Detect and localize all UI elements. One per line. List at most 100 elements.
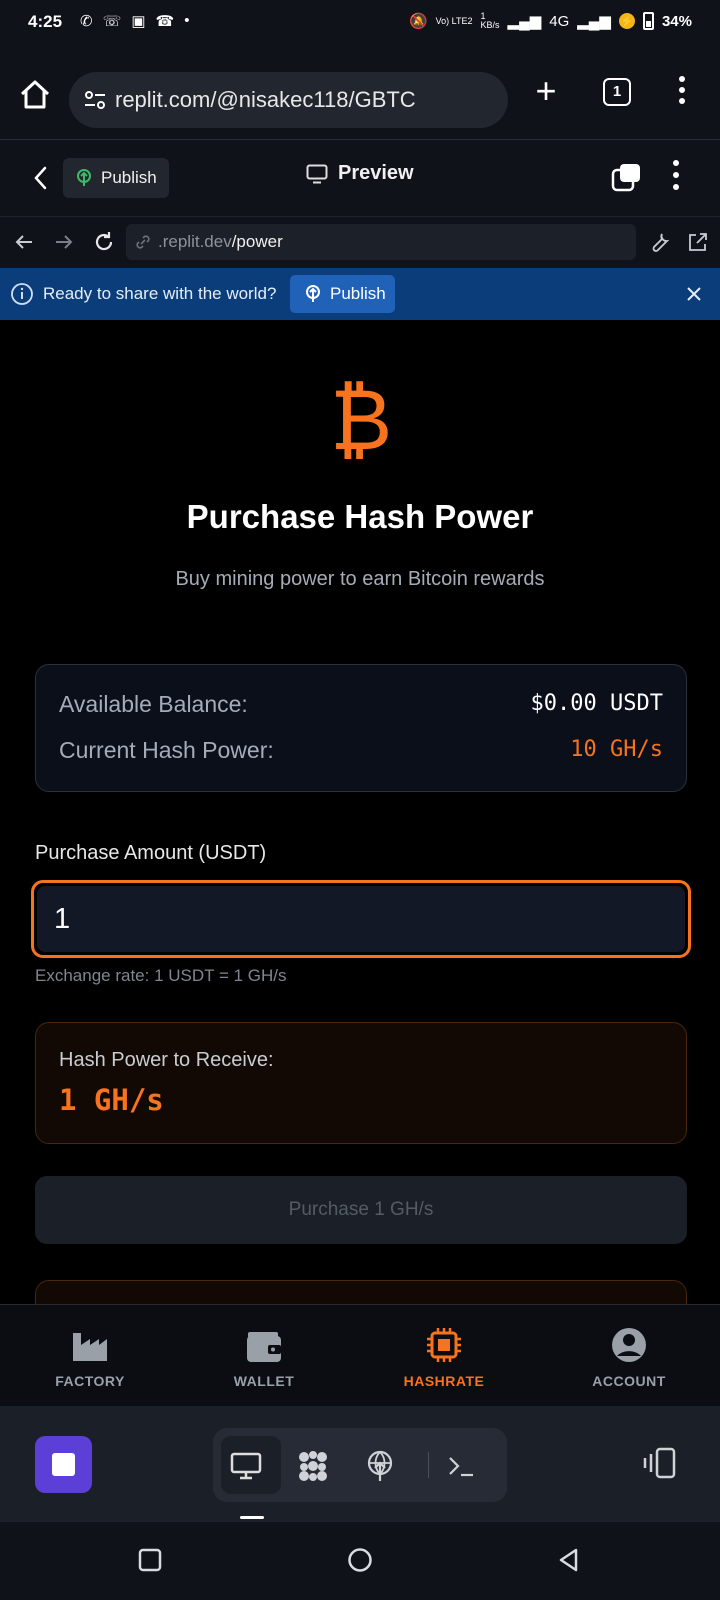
sidebar-toggle-icon[interactable] [641, 1446, 677, 1480]
webview-url-bar[interactable]: .replit.dev/power [126, 224, 636, 260]
url-domain: .replit.dev [158, 232, 232, 251]
link-icon [136, 235, 150, 249]
balance-label: Available Balance: [59, 691, 248, 717]
webview-toolbar: .replit.dev/power [0, 216, 720, 268]
back-triangle-icon[interactable] [555, 1546, 583, 1574]
browser-toolbar: replit.com/@nisakec118/GBTC + 1 [0, 48, 720, 140]
address-bar[interactable]: replit.com/@nisakec118/GBTC [69, 72, 508, 128]
publish-button[interactable]: Publish [63, 158, 169, 198]
banner-message: Ready to share with the world? [43, 284, 277, 303]
nav-label-hashrate: HASHRATE [403, 1373, 485, 1389]
battery-percent: 34% [661, 12, 692, 30]
notification-icons: ✆ ☏ ▣ ☎ • [80, 12, 189, 30]
mute-icon: 🔕 [408, 13, 428, 30]
app-bottom-nav: FACTORY WALLET HASHRATE ACCOUNT [0, 1304, 720, 1406]
active-tab-underline [240, 1516, 264, 1519]
signal-icon: ▂▄▆ [507, 13, 542, 30]
preview-label: Preview [338, 162, 414, 184]
system-icons: 🔕 Vo) LTE2 1 KB/s ▂▄▆ 4G ▂▄▆ ⚡ 34% [409, 12, 692, 30]
arrow-right-icon[interactable] [52, 230, 76, 254]
page-title: Purchase Hash Power [186, 498, 534, 535]
nav-item-account[interactable]: ACCOUNT [539, 1305, 719, 1407]
nav-label-account: ACCOUNT [592, 1373, 666, 1389]
arrow-left-icon[interactable] [12, 230, 36, 254]
banner-publish-label: Publish [330, 284, 386, 303]
battery-saver-icon: ⚡ [618, 13, 635, 29]
nav-label-factory: FACTORY [55, 1373, 125, 1389]
nav-item-factory[interactable]: FACTORY [0, 1305, 180, 1407]
nav-item-hashrate[interactable]: HASHRATE [354, 1305, 534, 1407]
site-settings-icon[interactable] [83, 88, 107, 112]
volte-icon: Vo) LTE2 [435, 15, 473, 26]
hash-power-value: 10 GH/s [570, 737, 663, 762]
refresh-icon[interactable] [92, 230, 116, 254]
browser-menu-icon[interactable] [676, 76, 688, 110]
home-icon[interactable] [18, 78, 52, 112]
deploy-icon[interactable] [363, 1449, 397, 1483]
hash-power-row: Current Hash Power: 10 GH/s [59, 737, 663, 764]
net-speed: 1 KB/s [480, 11, 500, 30]
address-url[interactable]: replit.com/@nisakec118/GBTC [115, 87, 416, 113]
url-path: /power [231, 232, 283, 251]
battery-icon [642, 12, 654, 30]
bitcoin-logo-icon: ₿ [330, 371, 393, 469]
home-circle-icon[interactable] [346, 1546, 374, 1574]
agent-icon[interactable] [296, 1449, 330, 1483]
stop-button[interactable] [35, 1436, 92, 1493]
wallet-icon [247, 1332, 281, 1362]
receive-label: Hash Power to Receive: [59, 1049, 274, 1071]
new-tab-icon[interactable]: + [530, 73, 562, 109]
call-forward-icon: ☎ [155, 13, 175, 30]
page-content: ₿ Purchase Hash Power Buy mining power t… [0, 320, 720, 1304]
info-card-partial [35, 1280, 687, 1304]
signal-icon-2: ▂▄▆ [577, 13, 611, 30]
network-type: 4G [549, 12, 570, 30]
dot-icon: • [184, 12, 190, 29]
account-icon [612, 1328, 646, 1362]
status-time: 4:25 [28, 12, 63, 31]
info-icon [11, 283, 33, 305]
recents-icon[interactable] [136, 1546, 164, 1574]
publish-label: Publish [101, 168, 157, 187]
tab-switcher-button[interactable]: 1 [603, 78, 631, 106]
preview-tab[interactable]: Preview [306, 162, 414, 185]
terminal-icon[interactable] [445, 1449, 479, 1483]
balance-card: Available Balance: $0.00 USDT Current Ha… [35, 664, 687, 792]
replit-menu-icon[interactable] [670, 160, 682, 196]
back-chevron-icon[interactable] [30, 164, 52, 192]
wrench-icon[interactable] [648, 230, 672, 254]
android-nav-bar [0, 1522, 720, 1600]
purchase-button[interactable]: Purchase 1 GH/s [35, 1176, 687, 1244]
close-icon[interactable] [684, 284, 704, 304]
factory-icon [73, 1333, 107, 1361]
replit-toolbar [0, 1406, 720, 1522]
layers-icon[interactable] [610, 162, 642, 194]
receive-value: 1 GH/s [59, 1083, 164, 1117]
monitor-icon [306, 164, 328, 183]
nav-label-wallet: WALLET [233, 1373, 295, 1389]
whatsapp-icon: ✆ [80, 13, 93, 30]
amount-input[interactable] [37, 886, 685, 952]
publish-icon [77, 169, 91, 186]
status-bar: 4:25 ✆ ☏ ▣ ☎ • 🔕 Vo) LTE2 1 KB/s ▂▄▆ 4G ▂… [0, 0, 720, 48]
receive-card: Hash Power to Receive: 1 GH/s [35, 1022, 687, 1144]
chip-icon [427, 1328, 461, 1362]
sim-icon: ▣ [131, 13, 146, 30]
amount-label: Purchase Amount (USDT) [35, 842, 267, 864]
preview-monitor-icon[interactable] [229, 1449, 263, 1483]
banner-publish-button[interactable]: Publish [290, 275, 395, 313]
tool-separator [428, 1452, 429, 1478]
balance-value: $0.00 USDT [530, 691, 663, 716]
publish-banner: Ready to share with the world? Publish [0, 268, 720, 320]
tool-switcher [213, 1428, 507, 1502]
page-subtitle: Buy mining power to earn Bitcoin rewards [175, 568, 545, 590]
external-link-icon[interactable] [686, 230, 710, 254]
hash-power-label: Current Hash Power: [59, 737, 274, 763]
stop-icon [52, 1453, 75, 1476]
exchange-rate: Exchange rate: 1 USDT = 1 GH/s [35, 966, 287, 985]
amount-field-wrapper [31, 880, 691, 958]
replit-header: Publish Preview [0, 140, 720, 216]
nav-item-wallet[interactable]: WALLET [174, 1305, 354, 1407]
balance-row: Available Balance: $0.00 USDT [59, 691, 663, 718]
publish-icon [306, 285, 320, 302]
